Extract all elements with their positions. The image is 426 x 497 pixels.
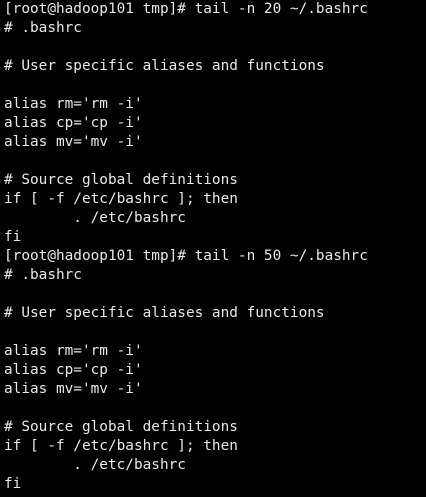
output-line: alias mv='mv -i' <box>4 134 143 150</box>
prompt-line: [root@hadoop101 tmp]# tail -n 20 ~/.bash… <box>4 1 368 17</box>
output-line: alias rm='rm -i' <box>4 343 143 359</box>
output-line: alias mv='mv -i' <box>4 381 143 397</box>
output-line: # Source global definitions <box>4 419 238 435</box>
output-line: . /etc/bashrc <box>4 457 186 473</box>
output-line: fi <box>4 229 22 245</box>
output-line: # User specific aliases and functions <box>4 58 325 74</box>
output-line: alias cp='cp -i' <box>4 115 143 131</box>
output-line: fi <box>4 476 22 492</box>
output-line: # User specific aliases and functions <box>4 305 325 321</box>
output-line: alias cp='cp -i' <box>4 362 143 378</box>
output-line: alias rm='rm -i' <box>4 96 143 112</box>
terminal-window[interactable]: [root@hadoop101 tmp]# tail -n 20 ~/.bash… <box>0 0 426 497</box>
output-line: # Source global definitions <box>4 172 238 188</box>
output-line: # .bashrc <box>4 20 82 36</box>
output-line: if [ -f /etc/bashrc ]; then <box>4 438 238 454</box>
output-line: if [ -f /etc/bashrc ]; then <box>4 191 238 207</box>
output-line: . /etc/bashrc <box>4 210 186 226</box>
output-line: # .bashrc <box>4 267 82 283</box>
prompt-line: [root@hadoop101 tmp]# tail -n 50 ~/.bash… <box>4 248 368 264</box>
